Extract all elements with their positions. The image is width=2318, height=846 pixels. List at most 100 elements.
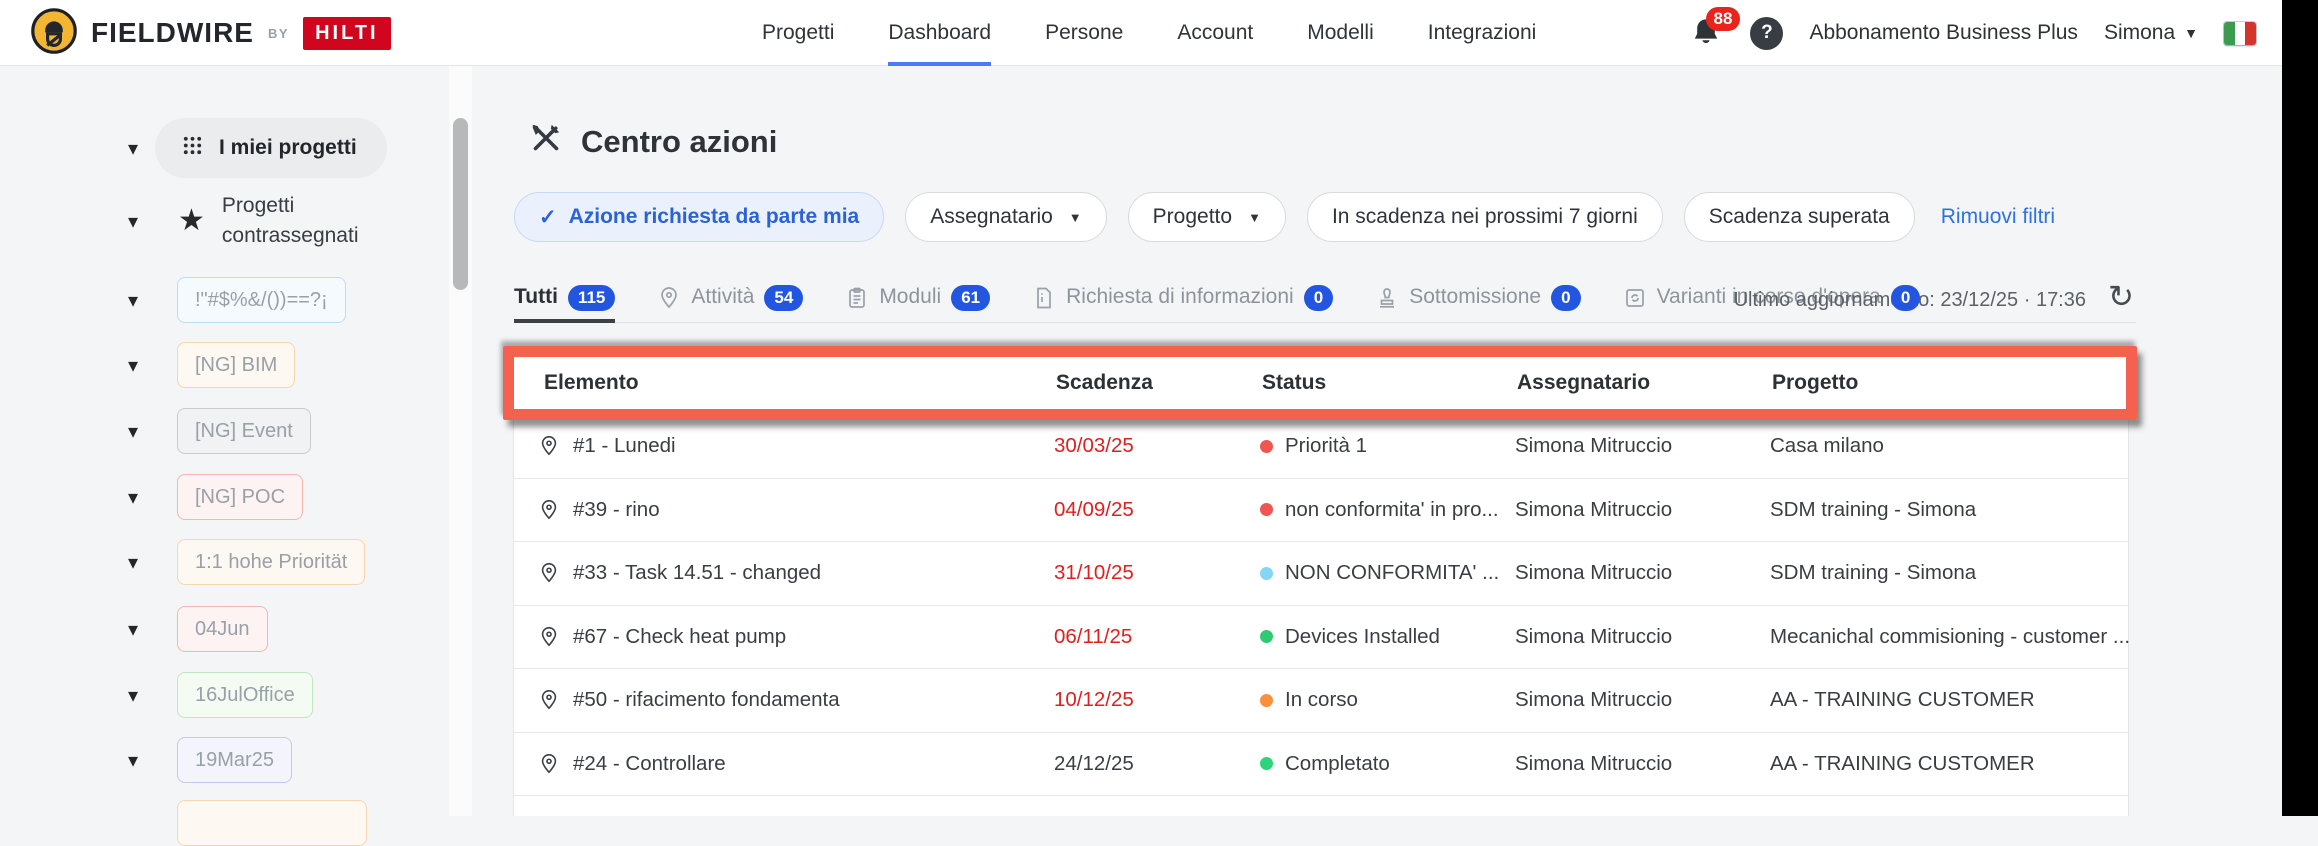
tab-moduli[interactable]: Moduli 61 [845,283,990,323]
map-pin-icon [538,753,560,775]
tab-label: Richiesta di informazioni [1066,285,1294,309]
map-pin-icon [538,626,560,648]
count-badge: 115 [568,285,615,311]
count-badge: 0 [1551,285,1580,311]
element-title: #39 - rino [573,498,660,522]
notifications-button[interactable]: 88 [1690,16,1724,50]
page-title: Centro azioni [528,120,777,164]
project-badge[interactable]: 19Mar25 [177,737,292,783]
map-pin-icon [538,689,560,711]
grid-icon [181,134,204,163]
status-label: Completato [1285,752,1390,776]
tabs-bar: Tutti 115 Attività 54 Moduli 61 Richiest… [514,283,2136,323]
project-badge[interactable]: [NG] POC [177,474,303,520]
tab-label: Tutti [514,285,558,309]
header-right-cluster: 88 ? Abbonamento Business Plus Simona ▼ [1690,0,2256,66]
starred-projects-button[interactable]: ★ Progetti contrassegnati [178,191,392,252]
sidebar-scrollbar-thumb[interactable] [453,118,468,290]
map-pin-icon [538,499,560,521]
nav-integrazioni[interactable]: Integrazioni [1428,0,1537,66]
status-label: In corso [1285,688,1358,712]
refresh-icon[interactable]: ↻ [2108,279,2134,315]
help-button[interactable]: ? [1750,17,1783,50]
chevron-down-icon[interactable]: ▾ [128,136,146,161]
tab-tutti[interactable]: Tutti 115 [514,283,615,323]
sidebar-item-project: ▾ 04Jun [0,606,449,652]
column-header-elemento: Elemento [514,371,1054,395]
project-name: Casa milano [1770,434,2130,458]
table-row[interactable]: #39 - rino 04/09/25 non conformita' in p… [514,479,2128,543]
count-badge: 54 [764,285,803,311]
filter-action-required[interactable]: ✓ Azione richiesta da parte mia [514,192,884,242]
language-flag-italian[interactable] [2224,22,2256,45]
due-date: 24/12/25 [1054,752,1260,776]
assignee: Simona Mitruccio [1515,498,1770,522]
stamp-icon [1375,286,1399,310]
subscription-label[interactable]: Abbonamento Business Plus [1809,21,2078,45]
tab-richiesta-informazioni[interactable]: Richiesta di informazioni 0 [1032,283,1333,323]
my-projects-button[interactable]: I miei progetti [155,118,387,178]
due-date: 30/03/25 [1054,434,1260,458]
table-row[interactable]: #50 - rifacimento fondamenta 10/12/25 In… [514,669,2128,733]
project-badge[interactable] [177,800,367,846]
chevron-down-icon[interactable]: ▾ [128,748,146,773]
assignee: Simona Mitruccio [1515,561,1770,585]
action-items-table: Elemento Scadenza Status Assegnatario Pr… [513,352,2129,816]
chevron-down-icon[interactable]: ▾ [128,353,146,378]
assignee: Simona Mitruccio [1515,688,1770,712]
sidebar-item-project: ▾ 1:1 hohe Priorität [0,539,449,585]
sidebar-item-label: I miei progetti [219,136,357,160]
table-row[interactable]: #67 - Check heat pump 06/11/25 Devices I… [514,606,2128,670]
chevron-down-icon[interactable]: ▾ [128,209,146,234]
remove-filters-link[interactable]: Rimuovi filtri [1941,205,2055,229]
nav-dashboard[interactable]: Dashboard [888,0,991,66]
column-header-status: Status [1260,371,1515,395]
nav-progetti[interactable]: Progetti [762,0,834,66]
project-badge[interactable]: 1:1 hohe Priorität [177,539,365,585]
user-menu[interactable]: Simona ▼ [2104,21,2198,45]
chevron-down-icon[interactable]: ▾ [128,683,146,708]
sidebar-item-project: ▾ !"#$%&/())==?¡ [0,277,449,323]
project-name: AA - TRAINING CUSTOMER [1770,752,2130,776]
chevron-down-icon[interactable]: ▾ [128,288,146,313]
project-name: Mecanichal commisioning - customer ... [1770,625,2130,649]
chevron-down-icon[interactable]: ▾ [128,485,146,510]
status-label: Priorità 1 [1285,434,1367,458]
chevron-down-icon[interactable]: ▾ [128,617,146,642]
project-badge[interactable]: 04Jun [177,606,268,652]
tab-attivita[interactable]: Attività 54 [657,283,803,323]
project-badge[interactable]: 16JulOffice [177,672,313,718]
project-badge[interactable]: [NG] Event [177,408,311,454]
status-dot [1260,567,1273,580]
chevron-down-icon[interactable]: ▾ [128,550,146,575]
status-dot [1260,694,1273,707]
table-row[interactable]: #33 - Task 14.51 - changed 31/10/25 NON … [514,542,2128,606]
chevron-down-icon[interactable]: ▾ [128,419,146,444]
table-row[interactable]: #1 - Lunedi 30/03/25 Priorità 1 Simona M… [514,415,2128,479]
table-row[interactable]: #24 - Controllare 24/12/25 Completato Si… [514,733,2128,797]
nav-modelli[interactable]: Modelli [1307,0,1374,66]
filter-overdue[interactable]: Scadenza superata [1684,192,1915,242]
due-date: 06/11/25 [1054,625,1260,649]
nav-persone[interactable]: Persone [1045,0,1123,66]
project-name: AA - TRAINING CUSTOMER [1770,688,2130,712]
filter-label: Progetto [1153,205,1232,229]
fieldwire-logo[interactable]: FIELDWIRE BY HILTI [30,8,391,58]
brand-name: FIELDWIRE [91,17,254,49]
sidebar-item-project: ▾ [NG] POC [0,474,449,520]
map-pin-icon [657,286,681,310]
filter-project-dropdown[interactable]: Progetto ▼ [1128,192,1286,242]
project-badge[interactable]: [NG] BIM [177,342,295,388]
filter-label: In scadenza nei prossimi 7 giorni [1332,205,1638,229]
project-name: SDM training - Simona [1770,561,2130,585]
filter-assignee-dropdown[interactable]: Assegnatario ▼ [905,192,1106,242]
filter-due-7-days[interactable]: In scadenza nei prossimi 7 giorni [1307,192,1663,242]
top-header: FIELDWIRE BY HILTI Progetti Dashboard Pe… [0,0,2318,66]
nav-account[interactable]: Account [1177,0,1253,66]
main-nav: Progetti Dashboard Persone Account Model… [762,0,1536,66]
tab-sottomissione[interactable]: Sottomissione 0 [1375,283,1580,323]
project-badge[interactable]: !"#$%&/())==?¡ [177,277,346,323]
status-label: Devices Installed [1285,625,1440,649]
due-date: 31/10/25 [1054,561,1260,585]
brand-by: BY [268,26,289,41]
